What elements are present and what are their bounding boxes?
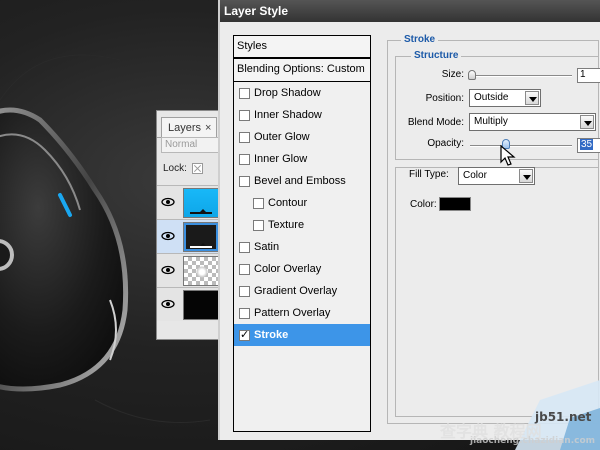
lock-transparency-icon[interactable] xyxy=(191,163,203,174)
opacity-label: Opacity: xyxy=(427,138,464,149)
style-item-inner-glow[interactable]: Inner Glow xyxy=(234,148,370,170)
color-label: Color: xyxy=(410,199,437,210)
chevron-down-icon[interactable] xyxy=(519,169,533,183)
position-label: Position: xyxy=(425,93,464,104)
style-item-label: Inner Shadow xyxy=(254,109,322,121)
style-item-label: Drop Shadow xyxy=(254,87,321,99)
eye-icon[interactable] xyxy=(161,299,175,309)
cursor-arrow-icon xyxy=(500,145,516,166)
checkbox[interactable] xyxy=(253,197,264,209)
styles-header[interactable]: Styles xyxy=(234,36,370,59)
fill-type-label: Fill Type: xyxy=(406,169,452,180)
eye-icon[interactable] xyxy=(161,197,175,207)
style-item-label: Gradient Overlay xyxy=(254,285,338,297)
chevron-down-icon[interactable] xyxy=(580,115,594,129)
blend-mode-value: Multiply xyxy=(474,116,508,127)
size-slider-track[interactable] xyxy=(470,75,572,77)
style-item-color-overlay[interactable]: Color Overlay xyxy=(234,258,370,280)
style-item-label: Inner Glow xyxy=(254,153,308,165)
tab-layers[interactable]: Layers × xyxy=(161,117,217,137)
chevron-down-icon[interactable] xyxy=(525,91,539,105)
style-item-gradient-overlay[interactable]: Gradient Overlay xyxy=(234,280,370,302)
layers-panel: Layers × Normal Lock: xyxy=(156,110,220,340)
watermark-sub: jiaocheng.chazidian.com xyxy=(470,436,596,446)
styles-list: Styles Blending Options: Custom Drop Sha… xyxy=(233,35,371,432)
size-slider-thumb[interactable] xyxy=(468,70,476,80)
blend-mode-select[interactable]: Multiply xyxy=(469,113,596,131)
checkbox[interactable] xyxy=(239,307,250,319)
fill-type-select[interactable]: Color xyxy=(458,167,535,185)
position-select[interactable]: Outside xyxy=(469,89,541,107)
layer-row-selected[interactable] xyxy=(157,219,219,253)
checkbox[interactable] xyxy=(239,241,250,253)
watermark-site: jb51.net xyxy=(535,410,592,424)
size-input[interactable]: 1 xyxy=(577,68,600,83)
checkbox[interactable] xyxy=(253,219,264,231)
layer-row[interactable] xyxy=(157,287,219,321)
style-item-satin[interactable]: Satin xyxy=(234,236,370,258)
layer-row[interactable] xyxy=(157,185,219,219)
layer-thumbnail xyxy=(183,188,219,218)
layer-thumbnail xyxy=(183,256,219,286)
checkbox[interactable] xyxy=(239,328,250,341)
layer-style-dialog: Layer Style Styles Blending Options: Cus… xyxy=(218,0,600,440)
style-item-label: Outer Glow xyxy=(254,131,310,143)
checkbox[interactable] xyxy=(239,131,250,143)
style-item-inner-shadow[interactable]: Inner Shadow xyxy=(234,104,370,126)
layers-tab-label: Layers xyxy=(168,121,202,134)
eye-icon[interactable] xyxy=(161,265,175,275)
layer-row[interactable] xyxy=(157,253,219,287)
style-item-label: Texture xyxy=(268,219,305,231)
style-item-outer-glow[interactable]: Outer Glow xyxy=(234,126,370,148)
blending-options-item[interactable]: Blending Options: Custom xyxy=(234,59,370,82)
style-item-label: Contour xyxy=(268,197,308,209)
checkbox[interactable] xyxy=(239,153,250,165)
blend-mode-label: Blend Mode: xyxy=(407,117,464,128)
style-item-contour[interactable]: Contour xyxy=(234,192,370,214)
position-value: Outside xyxy=(474,92,509,103)
structure-group-title: Structure xyxy=(411,50,462,61)
lock-row: Lock: xyxy=(163,163,203,174)
style-item-label: Bevel and Emboss xyxy=(254,175,346,187)
eye-icon[interactable] xyxy=(161,231,175,241)
style-item-label: Satin xyxy=(254,241,280,253)
lock-label: Lock: xyxy=(163,163,187,174)
style-item-label: Stroke xyxy=(254,329,289,341)
checkbox[interactable] xyxy=(239,285,250,297)
checkbox[interactable] xyxy=(239,175,250,187)
style-item-label: Pattern Overlay xyxy=(254,307,331,319)
dialog-title: Layer Style xyxy=(220,0,600,22)
stroke-group-title: Stroke xyxy=(401,34,439,45)
style-item-pattern-overlay[interactable]: Pattern Overlay xyxy=(234,302,370,324)
layer-thumbnail xyxy=(183,222,219,252)
style-items: Drop Shadow Inner Shadow Outer Glow Inner G… xyxy=(234,82,370,346)
checkbox[interactable] xyxy=(239,263,250,275)
opacity-value: 35 xyxy=(580,139,594,150)
style-item-bevel-and-emboss[interactable]: Bevel and Emboss xyxy=(234,170,370,192)
layer-blend-mode-select[interactable]: Normal xyxy=(161,137,219,153)
style-item-texture[interactable]: Texture xyxy=(234,214,370,236)
checkbox[interactable] xyxy=(239,109,250,121)
fill-type-value: Color xyxy=(463,170,487,181)
style-item-stroke[interactable]: Stroke xyxy=(234,324,370,346)
style-item-drop-shadow[interactable]: Drop Shadow xyxy=(234,82,370,104)
opacity-slider-track[interactable] xyxy=(470,145,572,147)
layer-thumbnail xyxy=(183,290,219,320)
color-swatch[interactable] xyxy=(439,197,471,211)
size-label: Size: xyxy=(441,69,464,80)
opacity-input[interactable]: 35 xyxy=(577,138,600,153)
style-item-label: Color Overlay xyxy=(254,263,322,275)
close-icon[interactable]: × xyxy=(205,122,211,134)
checkbox[interactable] xyxy=(239,87,250,99)
